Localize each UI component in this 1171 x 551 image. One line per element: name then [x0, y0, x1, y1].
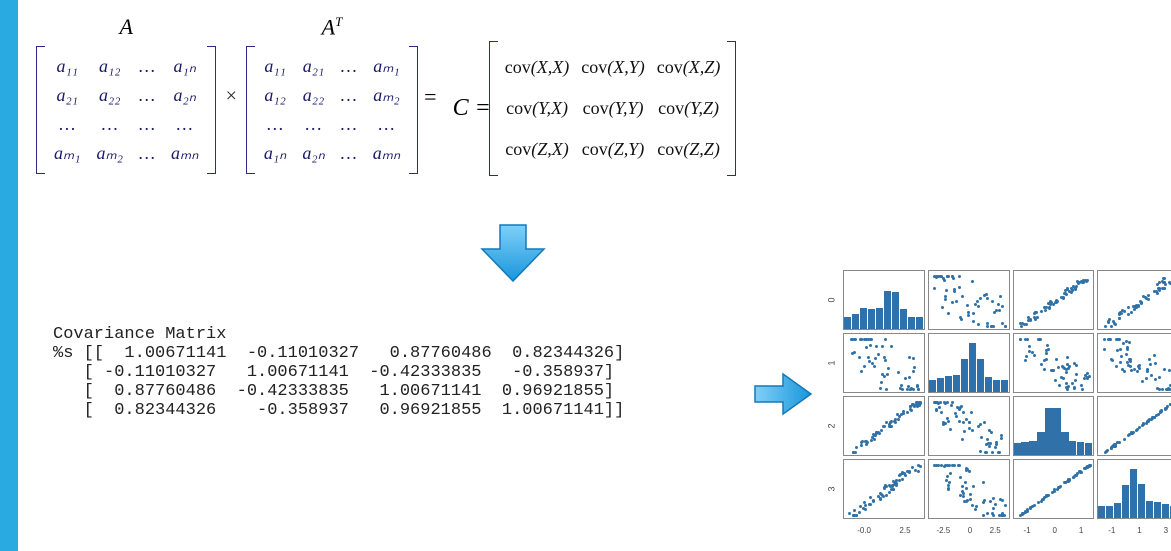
matrix-cell: a₂₂ — [88, 81, 130, 110]
matrix-cell: cov(X,X) — [499, 47, 576, 88]
matrix-cell: aₘ₁ — [365, 52, 408, 81]
pairplot-x-ticks: -0.02.5 — [843, 522, 925, 538]
pairplot-scatter — [1097, 333, 1171, 393]
matrix-cell: … — [131, 81, 163, 110]
pairplot-x-ticks: -101 — [1013, 522, 1095, 538]
matrix-cell: a₂₂ — [294, 81, 332, 110]
pairplot-hist — [1013, 396, 1095, 456]
matrix-at-label: AT — [252, 14, 412, 40]
matrix-at-base: A — [322, 14, 335, 39]
matrix-cell: a₁₁ — [256, 52, 294, 81]
matrix-cell: … — [294, 110, 332, 139]
pairplot-scatter — [1097, 396, 1171, 456]
matrix-cell: … — [256, 110, 294, 139]
matrix-cell: … — [46, 110, 88, 139]
matrix-cell: … — [88, 110, 130, 139]
pairplot-hist — [843, 270, 925, 330]
matrix-cell: cov(Z,X) — [499, 129, 576, 170]
matrix-cell: … — [333, 81, 365, 110]
matrix-cell: a₁ₙ — [256, 139, 294, 168]
pairplot-x-ticks: -2.502.5 — [928, 522, 1010, 538]
matrix-cell: aₘ₂ — [365, 81, 408, 110]
matrix-cell: aₘ₁ — [46, 139, 88, 168]
times-operator: × — [224, 85, 238, 108]
pairplot-scatter — [1097, 270, 1171, 330]
matrix-cell: cov(Z,Z) — [651, 129, 727, 170]
matrix-cell: aₘ₂ — [88, 139, 130, 168]
matrix-cell: aₘₙ — [365, 139, 408, 168]
matrix-cell: … — [333, 139, 365, 168]
pairplot-scatter — [928, 396, 1010, 456]
pairplot-hist — [928, 333, 1010, 393]
equation-row: A a₁₁a₁₂…a₁ₙa₂₁a₂₂…a₂ₙ…………aₘ₁aₘ₂…aₘₙ × A… — [38, 14, 734, 179]
matrix-cell: aₘₙ — [163, 139, 206, 168]
matrix-cell: a₂₁ — [46, 81, 88, 110]
matrix-cell: cov(X,Y) — [575, 47, 651, 88]
matrix-cell: a₁₂ — [256, 81, 294, 110]
pairplot-scatter — [843, 333, 925, 393]
matrix-c: cov(X,X)cov(X,Y)cov(X,Z) cov(Y,X)cov(Y,Y)… — [495, 41, 731, 176]
matrix-cell: … — [131, 110, 163, 139]
matrix-at-sup: T — [335, 14, 342, 29]
slide-content: A a₁₁a₁₂…a₁ₙa₂₁a₂₂…a₂ₙ…………aₘ₁aₘ₂…aₘₙ × A… — [18, 0, 1171, 551]
pairplot-y-ticks: 1 — [824, 333, 840, 393]
arrow-right-icon — [753, 370, 813, 418]
matrix-cell: … — [333, 52, 365, 81]
pairplot-x-ticks: -113 — [1097, 522, 1171, 538]
pairplot-chart: 0123-0.02.5-2.502.5-101-113 — [824, 270, 1171, 538]
pairplot-y-ticks: 3 — [824, 459, 840, 519]
pairplot-scatter — [1013, 333, 1095, 393]
pairplot-y-ticks: 2 — [824, 396, 840, 456]
matrix-cell: cov(X,Z) — [651, 47, 727, 88]
matrix-at-block: AT a₁₁a₂₁…aₘ₁a₁₂a₂₂…aₘ₂…………a₁ₙa₂ₙ…aₘₙ — [252, 14, 412, 179]
pairplot-scatter — [1013, 270, 1095, 330]
matrix-cell: cov(Z,Y) — [575, 129, 651, 170]
matrix-cell: a₁₂ — [88, 52, 130, 81]
pairplot-scatter — [928, 459, 1010, 519]
matrix-a: a₁₁a₁₂…a₁ₙa₂₁a₂₂…a₂ₙ…………aₘ₁aₘ₂…aₘₙ — [42, 46, 210, 174]
matrix-cell: a₂₁ — [294, 52, 332, 81]
equals-sign: = — [424, 84, 436, 110]
matrix-cell: … — [131, 139, 163, 168]
matrix-cell: a₂ₙ — [163, 81, 206, 110]
matrix-cell: … — [333, 110, 365, 139]
matrix-at: a₁₁a₂₁…aₘ₁a₁₂a₂₂…aₘ₂…………a₁ₙa₂ₙ…aₘₙ — [252, 46, 412, 174]
arrow-down-icon — [478, 223, 548, 283]
pairplot-scatter — [1013, 459, 1095, 519]
matrix-a-label: A — [42, 14, 210, 40]
pairplot-scatter — [843, 396, 925, 456]
pairplot-scatter — [843, 459, 925, 519]
matrix-cell: cov(Y,X) — [499, 88, 576, 129]
matrix-cell: cov(Y,Z) — [651, 88, 727, 129]
matrix-a-block: A a₁₁a₁₂…a₁ₙa₂₁a₂₂…a₂ₙ…………aₘ₁aₘ₂…aₘₙ — [42, 14, 210, 179]
covariance-matrix-text: Covariance Matrix %s [[ 1.00671141 -0.11… — [53, 325, 624, 420]
matrix-cell: … — [365, 110, 408, 139]
matrix-cell: a₁₁ — [46, 52, 88, 81]
pairplot-scatter — [928, 270, 1010, 330]
matrix-cell: … — [131, 52, 163, 81]
matrix-cell: … — [163, 110, 206, 139]
pairplot-hist — [1097, 459, 1171, 519]
matrix-cell: a₁ₙ — [163, 52, 206, 81]
accent-sidebar — [0, 0, 18, 551]
c-equals-label: C = — [453, 95, 491, 122]
matrix-c-block: C = cov(X,X)cov(X,Y)cov(X,Z)cov(Y,X)cov(… — [449, 41, 731, 176]
matrix-cell: a₂ₙ — [294, 139, 332, 168]
pairplot-y-ticks: 0 — [824, 270, 840, 330]
matrix-cell: cov(Y,Y) — [575, 88, 651, 129]
